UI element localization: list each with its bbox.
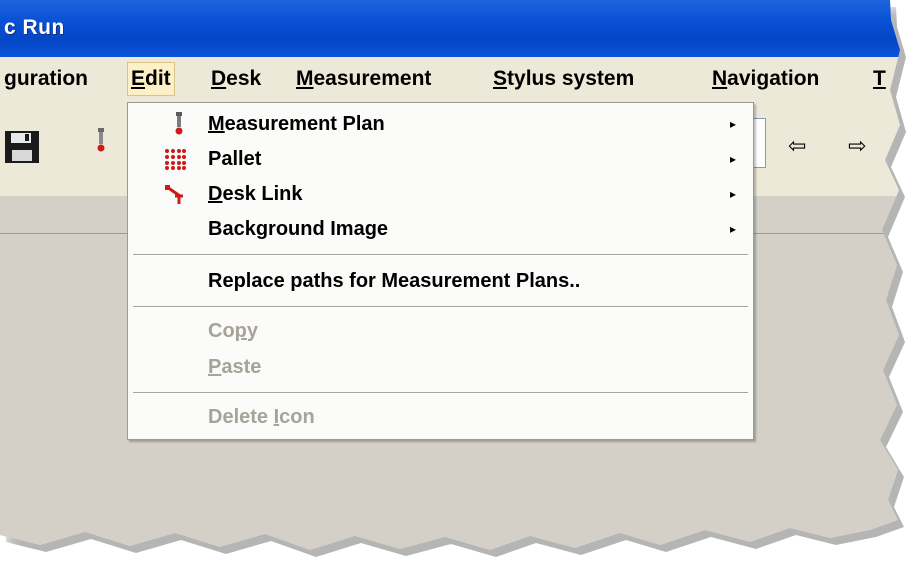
menu-separator <box>133 392 748 394</box>
menu-item-desk-link[interactable]: Desk Link ▸ <box>128 176 753 212</box>
menu-separator <box>133 254 748 256</box>
menu-stylus-system[interactable]: Stylus system <box>489 62 638 96</box>
menu-measurement[interactable]: Measurement <box>292 62 435 96</box>
floppy-disk-icon[interactable] <box>4 130 40 164</box>
menu-edit[interactable]: Edit <box>127 62 175 96</box>
edit-dropdown-menu: Measurement Plan ▸ Pallet ▸ Desk Link ▸ … <box>127 102 754 440</box>
submenu-arrow-icon: ▸ <box>730 222 737 236</box>
menu-item-copy: Copy <box>208 320 259 342</box>
submenu-arrow-icon: ▸ <box>730 117 737 131</box>
menu-bar: guration Edit Desk Measurement Stylus sy… <box>0 57 900 101</box>
pallet-grid-icon <box>165 149 186 170</box>
menu-item-pallet[interactable]: Pallet ▸ <box>128 141 753 177</box>
title-bar[interactable]: c Run <box>0 0 900 57</box>
window-title: c Run <box>4 16 65 39</box>
menu-item-replace-paths[interactable]: Replace paths for Measurement Plans.. <box>128 263 753 299</box>
submenu-arrow-icon: ▸ <box>730 187 737 201</box>
menu-separator <box>133 306 748 308</box>
probe-icon <box>175 112 183 135</box>
menu-configuration[interactable]: guration <box>0 62 92 96</box>
menu-item-measurement-plan[interactable]: Measurement Plan ▸ <box>128 106 753 142</box>
probe-icon[interactable] <box>93 127 109 157</box>
menu-item-paste: Paste <box>208 356 262 378</box>
menu-tools[interactable]: T <box>869 62 890 96</box>
screenshot-stage: c Run guration Edit Desk Measurement Sty… <box>0 0 913 576</box>
desk-link-icon <box>165 185 183 204</box>
submenu-arrow-icon: ▸ <box>730 152 737 166</box>
forward-arrow-icon[interactable]: ⇨ <box>848 133 866 159</box>
menu-item-delete-icon: Delete Icon <box>208 406 315 428</box>
menu-navigation[interactable]: Navigation <box>708 62 823 96</box>
application-window: c Run guration Edit Desk Measurement Sty… <box>0 0 900 550</box>
back-arrow-icon[interactable]: ⇦ <box>788 133 806 159</box>
menu-item-background-image[interactable]: Background Image ▸ <box>128 211 753 247</box>
menu-desk[interactable]: Desk <box>207 62 265 96</box>
